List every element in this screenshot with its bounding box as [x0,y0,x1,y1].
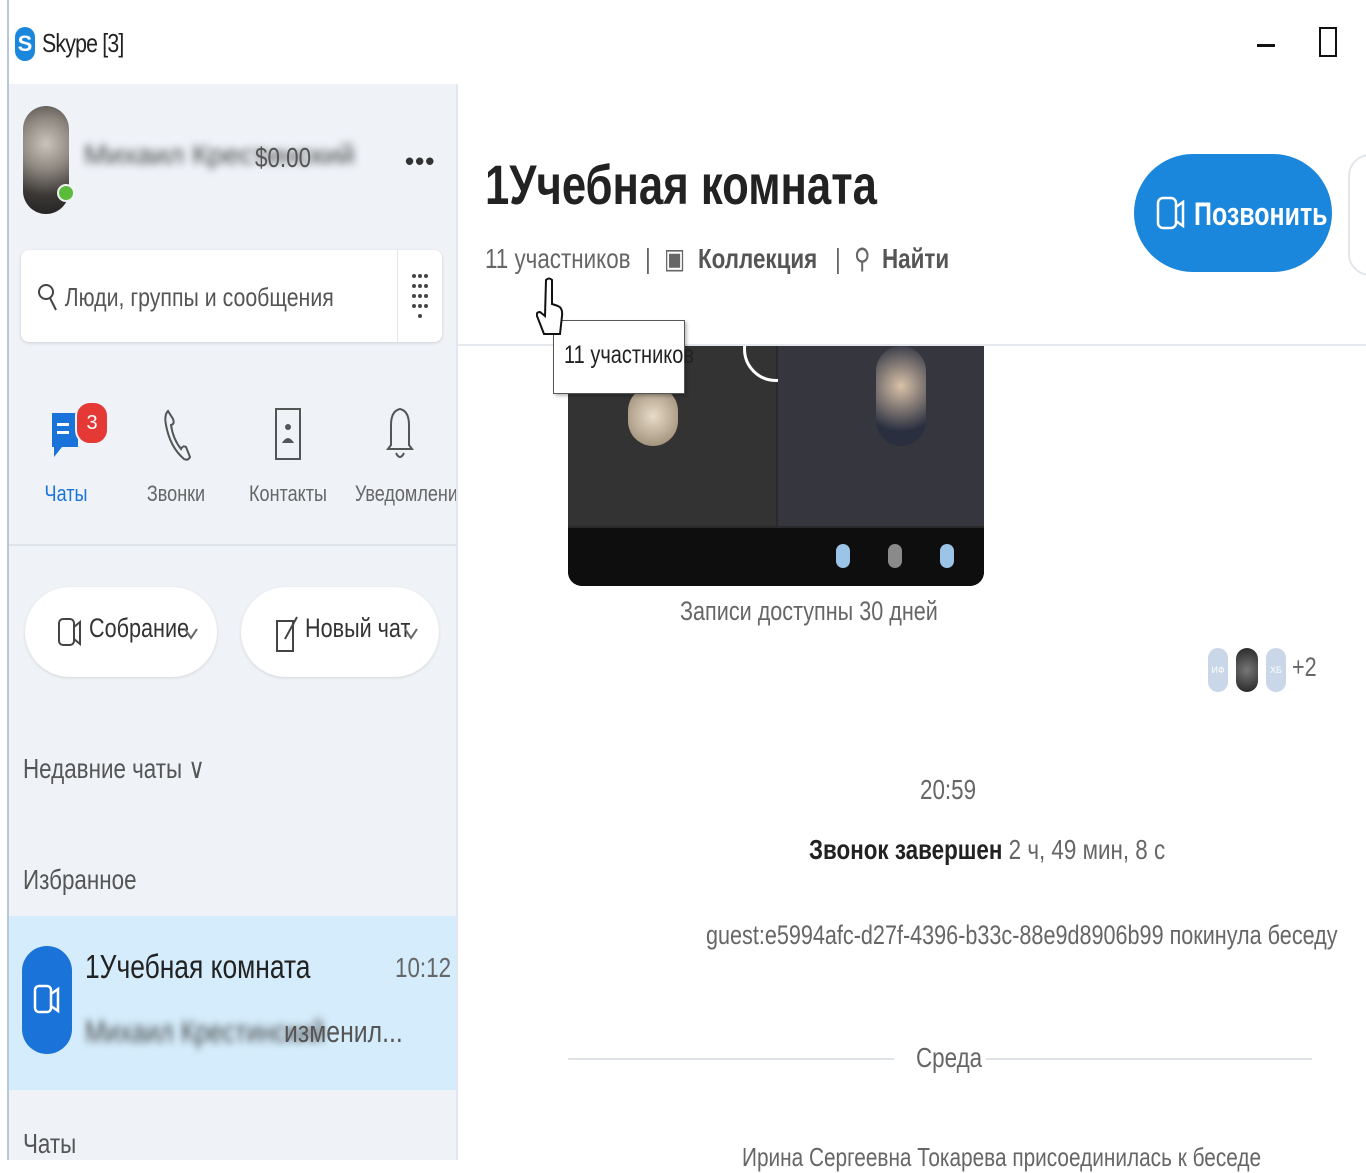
avatar [1236,648,1258,692]
system-message: Ирина Сергеевна Токарева присоединилась … [742,1142,1262,1172]
unread-badge: 3 [75,401,109,445]
maximize-button[interactable] [1319,27,1337,57]
call-duration: 2 ч, 49 мин, 8 с [1008,834,1166,865]
more-options-button[interactable]: ••• [405,146,435,177]
system-message: guest:e5994afc-d27f-4396-b33c-88e9d8906b… [706,920,1338,950]
participant-thumb [888,544,902,568]
chat-time: 10:12 [395,952,452,983]
contacts-icon [275,408,301,460]
collection-link[interactable]: Коллекция [698,243,817,275]
participant-avatar [628,386,678,446]
search-icon: ⚲ [853,243,871,274]
message-time: 20:59 [920,774,977,805]
tab-chats-label: Чаты [44,481,88,506]
chat-name: 1Учебная комната [85,948,311,985]
participant-avatar [876,346,926,446]
chats-header: Чаты [23,1128,77,1159]
call-ended-label: Звонок завершен [809,834,1003,865]
tab-calls[interactable]: Звонки [121,399,231,511]
tab-contacts-label: Контакты [249,481,327,506]
search-box[interactable] [21,250,442,342]
search-icon [38,284,57,311]
day-separator: Среда [916,1042,983,1073]
video-tile [778,346,984,526]
chat-list-item[interactable]: 1Учебная комната 10:12 Михаил Крестински… [9,916,456,1090]
meeting-label: Собрание [89,613,190,643]
divider [986,1058,1312,1060]
dialpad-button[interactable] [397,250,442,342]
tab-calls-label: Звонки [146,481,206,506]
tab-contacts[interactable]: Контакты [233,399,343,511]
search-input[interactable] [63,266,346,328]
conversation-pane: 1Учебная комната 11 участников | ▣ Колле… [458,84,1366,1172]
new-chat-label: Новый чат [305,613,411,643]
recording-caption: Записи доступны 30 дней [680,596,938,626]
gallery-icon: ▣ [663,243,685,274]
avatar: ИФ [1208,648,1228,692]
sidebar: Михаил Крестинский $0.00 ••• Люди, групп… [9,84,468,1160]
tooltip-text: 11 участников [564,341,694,369]
recent-chats-filter[interactable]: Недавние чаты ∨ [23,752,205,785]
conversation-title: 1Учебная комната [485,153,877,216]
divider [568,1058,894,1060]
phone-icon [164,409,191,461]
new-chat-button[interactable]: Новый чат [241,587,439,677]
find-link[interactable]: Найти [882,243,949,275]
tooltip: 11 участников [553,320,694,394]
add-participant-button[interactable] [1348,154,1366,276]
avatar: ХБ [1266,648,1286,692]
skype-logo-icon: S [15,27,35,61]
chat-preview-text: изменил... [284,1014,403,1049]
profile-name[interactable]: Михаил Крестинский [84,139,355,171]
hand-cursor-icon [536,277,564,335]
edit-icon [276,616,298,652]
tab-chats[interactable]: 3 Чаты [11,399,121,511]
window-title: Skype [3] [42,28,124,58]
tab-notifications[interactable]: Уведомления [345,399,468,511]
call-button[interactable]: Позвонить [1134,154,1332,272]
chevron-down-icon [404,628,418,640]
favorites-header: Избранное [23,864,137,895]
title-bar: S Skype [3] [9,0,1366,84]
participant-thumb [940,544,954,568]
chevron-down-icon [184,628,198,640]
participant-thumb [836,544,850,568]
video-camera-icon [33,984,60,1014]
video-camera-icon [58,618,81,647]
presence-online-icon [57,184,75,202]
seen-more-count: +2 [1292,652,1317,682]
dialpad-icon [412,274,428,318]
bell-icon [386,407,414,458]
tab-notifications-label: Уведомления [354,481,468,506]
group-avatar [22,946,72,1054]
video-strip [568,528,984,586]
call-ended-message: Звонок завершен 2 ч, 49 мин, 8 с [809,834,1165,866]
video-camera-icon [1156,196,1185,230]
minimize-button[interactable] [1257,44,1275,47]
profile-balance[interactable]: $0.00 [255,142,311,174]
separator: | [834,243,841,274]
conversation-subheader: 11 участников | ▣ Коллекция | ⚲ Найти [485,242,966,275]
separator: | [644,243,651,274]
call-button-label: Позвонить [1194,196,1328,232]
meeting-button[interactable]: Собрание [25,587,217,677]
divider [9,544,456,546]
participants-link[interactable]: 11 участников [485,243,631,275]
